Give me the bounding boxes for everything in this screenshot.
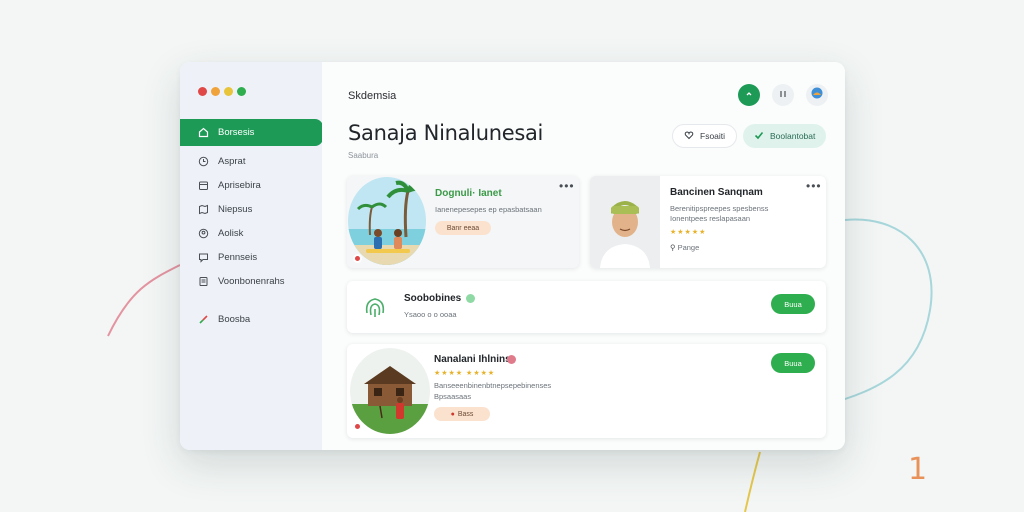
page-title: Sanaja Ninalunesai: [348, 121, 544, 145]
primary-action-label: Boolantobat: [770, 131, 816, 141]
card-title: Dognuli· Ianet: [435, 188, 502, 199]
pin-icon: ⚲: [670, 243, 678, 252]
card-menu-icon[interactable]: •••: [806, 180, 822, 192]
sidebar-item-voonbonenrahs[interactable]: Voonbonenrahs: [180, 269, 322, 293]
favorite-button[interactable]: Fsoaiti: [672, 124, 738, 148]
map-icon: [198, 204, 209, 215]
fingerprint-icon: [361, 291, 389, 321]
rating-stars: ★★★★ ★★★★: [434, 370, 496, 377]
sidebar-item-niepsus[interactable]: Niepsus: [180, 197, 322, 221]
close-dot[interactable]: [198, 87, 207, 96]
clock-icon: [198, 156, 209, 167]
decorative-number: 1: [908, 452, 928, 487]
card-tag: ● Bass: [434, 407, 490, 421]
user-icon: [198, 228, 209, 239]
listing-card[interactable]: Nanalani Ihlnins ★★★★ ★★★★ Banseeenbinen…: [347, 344, 826, 438]
sidebar-item-boosba[interactable]: Boosba: [180, 307, 322, 331]
sidebar-item-label: Voonbonenrahs: [218, 275, 285, 287]
home-icon: [198, 127, 209, 138]
green-action-button[interactable]: [738, 84, 760, 106]
notice-card[interactable]: Soobobines Ysaoo o o ooaa Buua: [347, 281, 826, 333]
verified-icon: [466, 294, 475, 303]
beach-photo: [348, 177, 426, 265]
card-title: Bancinen Sanqnam: [670, 187, 763, 198]
card-title: Soobobines: [404, 293, 462, 304]
card-menu-icon[interactable]: •••: [559, 180, 575, 192]
calendar-icon: [198, 180, 209, 191]
card-title: Nanalani Ihlnins: [434, 354, 511, 365]
card-description: Berenitipspreepes spesbenss: [670, 204, 769, 213]
heart-badge-icon: [507, 355, 516, 364]
window-controls: [198, 87, 246, 96]
sidebar-item-aolisk[interactable]: Aolisk: [180, 221, 322, 245]
sidebar-item-label: Pennseis: [218, 251, 258, 263]
sidebar-item-asprat[interactable]: Asprat: [180, 149, 322, 173]
card-description: Ysaoo o o ooaa: [404, 310, 457, 319]
sidebar-item-label: Borsesis: [218, 127, 255, 138]
green-action-icon: [744, 86, 754, 104]
sidebar-item-label: Aolisk: [218, 227, 244, 239]
sidebar-item-label: Aprisebira: [218, 179, 261, 191]
destination-card[interactable]: Dognuli· Ianet Ianenepesepes ep epasbats…: [347, 176, 579, 268]
chat-icon: [198, 252, 209, 263]
card-description-secondary: Bpsaasaas: [434, 392, 472, 401]
status-dot: [237, 87, 246, 96]
profile-button[interactable]: [806, 84, 828, 106]
sidebar-item-aprisebira[interactable]: Aprisebira: [180, 173, 322, 197]
sidebar-item-label: Boosba: [218, 313, 251, 325]
heart-icon: [684, 130, 694, 142]
brush-icon: [198, 314, 209, 325]
flame-icon: ●: [450, 410, 455, 418]
app-title: Skdemsia: [348, 90, 397, 102]
sidebar-item-home[interactable]: Borsesis: [180, 119, 323, 146]
card-description-secondary: Ionentpees reslapasaan: [670, 214, 751, 223]
location-meta: ⚲ Pange: [670, 243, 700, 252]
house-photo: [350, 348, 430, 434]
profile-card[interactable]: Bancinen Sanqnam Berenitipspreepes spesb…: [590, 176, 826, 268]
person-photo: [590, 176, 660, 268]
avatar-icon: [811, 86, 823, 104]
bell-icon: [778, 86, 788, 104]
card-tag: Banr eeaa: [435, 221, 491, 235]
app-window: Borsesis Asprat Aprisebira Niepsus Aolis…: [180, 62, 845, 450]
page-subtitle: Saabura: [348, 151, 379, 160]
notice-action-button[interactable]: Buua: [771, 294, 815, 314]
sidebar: Borsesis Asprat Aprisebira Niepsus Aolis…: [180, 62, 323, 450]
card-description: Ianenepesepes ep epasbatsaan: [435, 205, 542, 214]
minimize-dot[interactable]: [211, 87, 220, 96]
card-description: Banseeenbinenbtnepsepebinenses: [434, 381, 552, 390]
sidebar-item-pennseis[interactable]: Pennseis: [180, 245, 322, 269]
header-actions: [738, 84, 828, 106]
rating-stars: ★★★★★: [670, 229, 707, 236]
sidebar-item-label: Niepsus: [218, 203, 253, 215]
listing-action-button[interactable]: Buua: [771, 353, 815, 373]
photo-badge-icon: [353, 422, 362, 431]
document-icon: [198, 276, 209, 287]
notifications-button[interactable]: [772, 84, 794, 106]
favorite-button-label: Fsoaiti: [700, 131, 726, 141]
primary-action-button[interactable]: Boolantobat: [743, 124, 827, 148]
main-content: Skdemsia Sanaja Ninalunesai Saabura Fsoa…: [322, 62, 845, 450]
zoom-dot[interactable]: [224, 87, 233, 96]
photo-badge-icon: [353, 254, 362, 263]
sidebar-item-label: Asprat: [218, 155, 246, 167]
check-icon: [754, 130, 764, 142]
